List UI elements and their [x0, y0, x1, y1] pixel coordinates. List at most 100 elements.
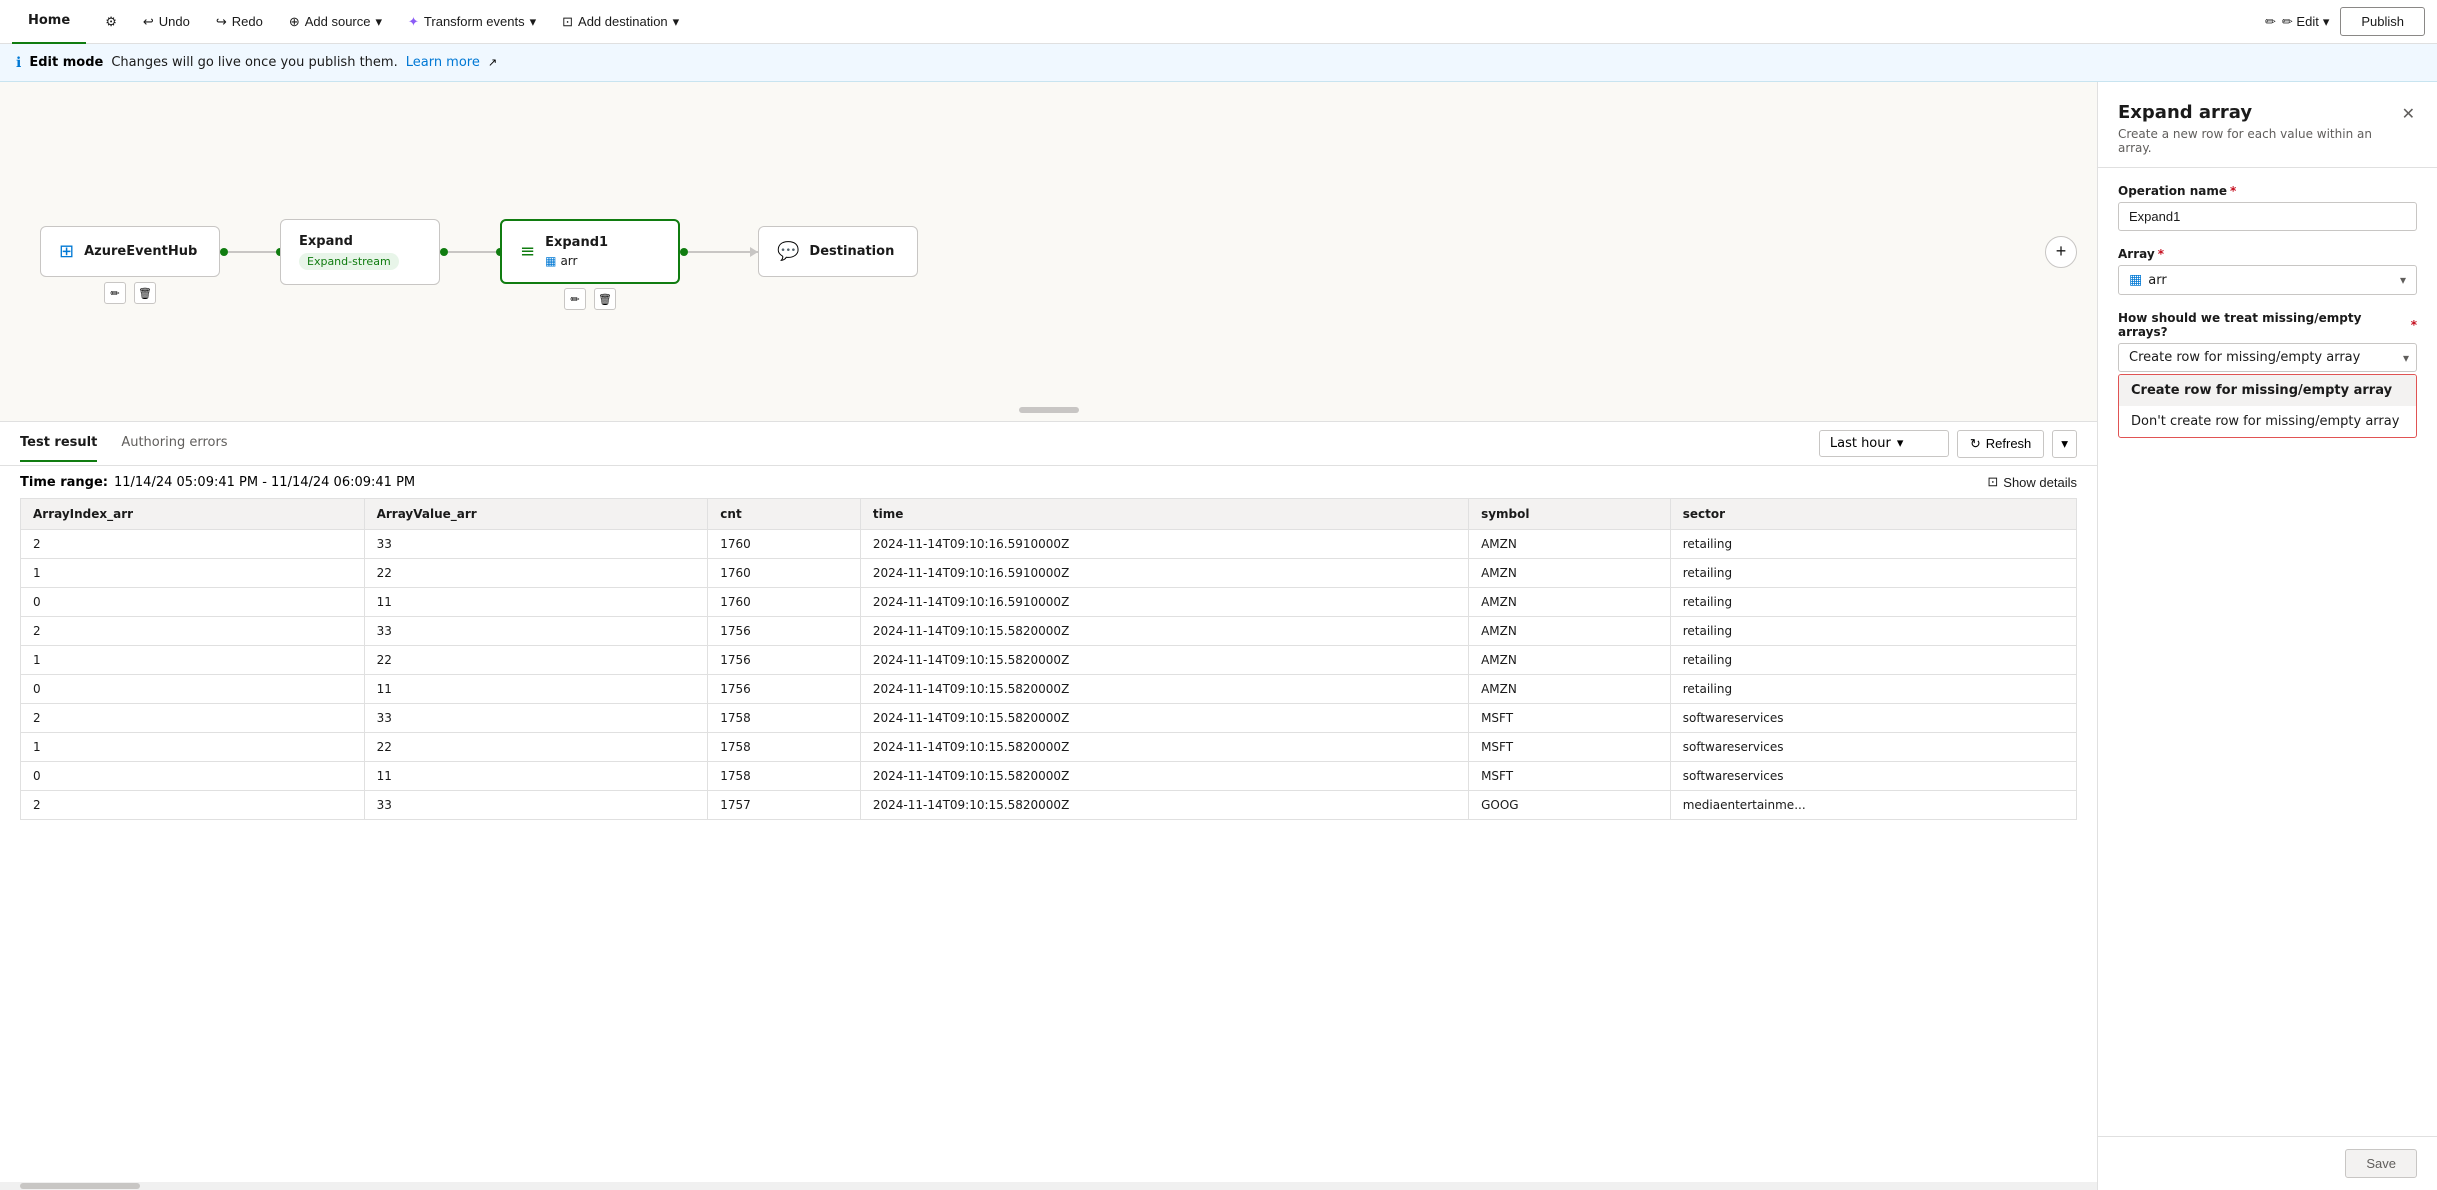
- pipeline-container: ⊞ AzureEventHub ✏ 🗑: [0, 82, 2097, 421]
- add-source-button[interactable]: ⊕ Add source ▾: [278, 8, 393, 36]
- table-row: 01117602024-11-14T09:10:16.5910000ZAMZNr…: [21, 588, 2077, 617]
- edit-mode-label: Edit mode: [29, 55, 103, 70]
- table-cell: softwareservices: [1670, 704, 2076, 733]
- connector-1: [220, 248, 280, 256]
- learn-more-link[interactable]: Learn more: [406, 55, 480, 70]
- show-details-button[interactable]: ⊡ Show details: [1987, 474, 2077, 490]
- close-panel-button[interactable]: ✕: [2400, 102, 2417, 126]
- edit-button[interactable]: ✏ ✏ Edit ▾: [2254, 8, 2340, 36]
- publish-button[interactable]: Publish: [2340, 7, 2425, 36]
- settings-button[interactable]: ⚙: [94, 8, 128, 36]
- column-header: cnt: [708, 499, 861, 530]
- table-cell: 2024-11-14T09:10:15.5820000Z: [860, 646, 1468, 675]
- table-row: 12217582024-11-14T09:10:15.5820000ZMSFTs…: [21, 733, 2077, 762]
- table-cell: softwareservices: [1670, 762, 2076, 791]
- table-cell: 1: [21, 646, 365, 675]
- time-range-label: Last hour: [1830, 436, 1891, 451]
- table-cell: mediaentertainme...: [1670, 791, 2076, 820]
- azure-event-hub-node[interactable]: ⊞ AzureEventHub ✏ 🗑: [40, 226, 220, 277]
- time-range-value: 11/14/24 05:09:41 PM - 11/14/24 06:09:41…: [114, 475, 415, 490]
- table-cell: 22: [364, 733, 708, 762]
- table-cell: 2024-11-14T09:10:15.5820000Z: [860, 733, 1468, 762]
- expand1-edit-button[interactable]: ✏: [564, 288, 586, 310]
- column-header: time: [860, 499, 1468, 530]
- toolbar: ⚙ ↩ Undo ↪ Redo ⊕ Add source ▾ ✦ Transfo…: [86, 8, 2254, 36]
- azure-node-label: AzureEventHub: [84, 244, 197, 259]
- azure-edit-button[interactable]: ✏: [104, 282, 126, 304]
- table-cell: 2024-11-14T09:10:16.5910000Z: [860, 588, 1468, 617]
- undo-icon: ↩: [143, 14, 154, 30]
- table-cell: 2024-11-14T09:10:16.5910000Z: [860, 559, 1468, 588]
- table-cell: 1: [21, 559, 365, 588]
- column-header: symbol: [1469, 499, 1671, 530]
- data-table-container[interactable]: ArrayIndex_arrArrayValue_arrcnttimesymbo…: [0, 498, 2097, 1182]
- table-row: 23317602024-11-14T09:10:16.5910000ZAMZNr…: [21, 530, 2077, 559]
- expand1-node[interactable]: ≡ Expand1 ▦ arr ✏ 🗑: [500, 219, 680, 284]
- table-cell: GOOG: [1469, 791, 1671, 820]
- treatment-select[interactable]: Create row for missing/empty array: [2118, 343, 2417, 372]
- panel-header: Expand array Create a new row for each v…: [2098, 82, 2437, 168]
- table-cell: 2024-11-14T09:10:15.5820000Z: [860, 617, 1468, 646]
- refresh-button[interactable]: ↻ Refresh: [1957, 430, 2044, 458]
- table-header-row: ArrayIndex_arrArrayValue_arrcnttimesymbo…: [21, 499, 2077, 530]
- table-cell: 1757: [708, 791, 861, 820]
- connector-3: [680, 248, 758, 256]
- operation-name-required: *: [2230, 184, 2236, 198]
- table-cell: 2024-11-14T09:10:15.5820000Z: [860, 675, 1468, 704]
- table-cell: AMZN: [1469, 675, 1671, 704]
- table-row: 01117562024-11-14T09:10:15.5820000ZAMZNr…: [21, 675, 2077, 704]
- add-source-chevron-icon: ▾: [375, 14, 382, 30]
- array-select[interactable]: ▦ arr ▾: [2118, 265, 2417, 295]
- transform-events-button[interactable]: ✦ Transform events ▾: [397, 8, 547, 36]
- destination-node-label: Destination: [809, 244, 894, 259]
- table-cell: 11: [364, 762, 708, 791]
- add-destination-icon: ⊡: [562, 14, 573, 30]
- right-panel: Expand array Create a new row for each v…: [2097, 82, 2437, 1190]
- table-cell: 2: [21, 704, 365, 733]
- save-button[interactable]: Save: [2345, 1149, 2417, 1178]
- tab-test-result[interactable]: Test result: [20, 425, 97, 462]
- column-header: sector: [1670, 499, 2076, 530]
- table-cell: 1758: [708, 704, 861, 733]
- table-cell: 0: [21, 675, 365, 704]
- redo-button[interactable]: ↪ Redo: [205, 8, 274, 36]
- arr-icon: ▦: [545, 254, 556, 268]
- table-body: 23317602024-11-14T09:10:16.5910000ZAMZNr…: [21, 530, 2077, 820]
- table-row: 12217602024-11-14T09:10:16.5910000ZAMZNr…: [21, 559, 2077, 588]
- table-cell: 11: [364, 588, 708, 617]
- tab-authoring-errors[interactable]: Authoring errors: [121, 425, 227, 462]
- table-cell: 2: [21, 530, 365, 559]
- expand1-delete-button[interactable]: 🗑: [594, 288, 616, 310]
- array-required: *: [2158, 247, 2164, 261]
- home-tab[interactable]: Home: [12, 0, 86, 44]
- show-details-icon: ⊡: [1987, 474, 1998, 490]
- top-bar: Home ⚙ ↩ Undo ↪ Redo ⊕ Add source ▾ ✦ Tr…: [0, 0, 2437, 44]
- external-link-icon: ↗: [488, 56, 497, 69]
- table-cell: 2024-11-14T09:10:15.5820000Z: [860, 704, 1468, 733]
- controls-row: Last hour ▾ ↻ Refresh ▾: [1819, 430, 2077, 458]
- table-row: 01117582024-11-14T09:10:15.5820000ZMSFTs…: [21, 762, 2077, 791]
- operation-name-input[interactable]: [2118, 202, 2417, 231]
- table-cell: 2024-11-14T09:10:15.5820000Z: [860, 762, 1468, 791]
- dropdown-option-2[interactable]: Don't create row for missing/empty array: [2119, 406, 2416, 437]
- table-cell: 33: [364, 791, 708, 820]
- expand1-sublabel: arr: [560, 254, 577, 268]
- time-range-select[interactable]: Last hour ▾: [1819, 430, 1949, 457]
- azure-delete-button[interactable]: 🗑: [134, 282, 156, 304]
- add-destination-button[interactable]: ⊡ Add destination ▾: [551, 8, 690, 36]
- panel-footer: Save: [2098, 1136, 2437, 1190]
- main-layout: ⊞ AzureEventHub ✏ 🗑: [0, 82, 2437, 1190]
- table-cell: retailing: [1670, 588, 2076, 617]
- flow-canvas[interactable]: ⊞ AzureEventHub ✏ 🗑: [0, 82, 2097, 422]
- bottom-scrollbar[interactable]: [0, 1182, 2097, 1190]
- expand-refresh-button[interactable]: ▾: [2052, 430, 2077, 458]
- expand-node[interactable]: Expand Expand-stream: [280, 219, 440, 285]
- table-cell: MSFT: [1469, 733, 1671, 762]
- transform-icon: ✦: [408, 14, 419, 30]
- undo-button[interactable]: ↩ Undo: [132, 8, 201, 36]
- dropdown-option-1[interactable]: Create row for missing/empty array: [2119, 375, 2416, 406]
- table-cell: MSFT: [1469, 704, 1671, 733]
- test-tabs: Test result Authoring errors Last hour ▾…: [0, 422, 2097, 466]
- destination-node[interactable]: 💬 Destination ✏ 🗑: [758, 226, 918, 277]
- add-node-button[interactable]: +: [2045, 236, 2077, 268]
